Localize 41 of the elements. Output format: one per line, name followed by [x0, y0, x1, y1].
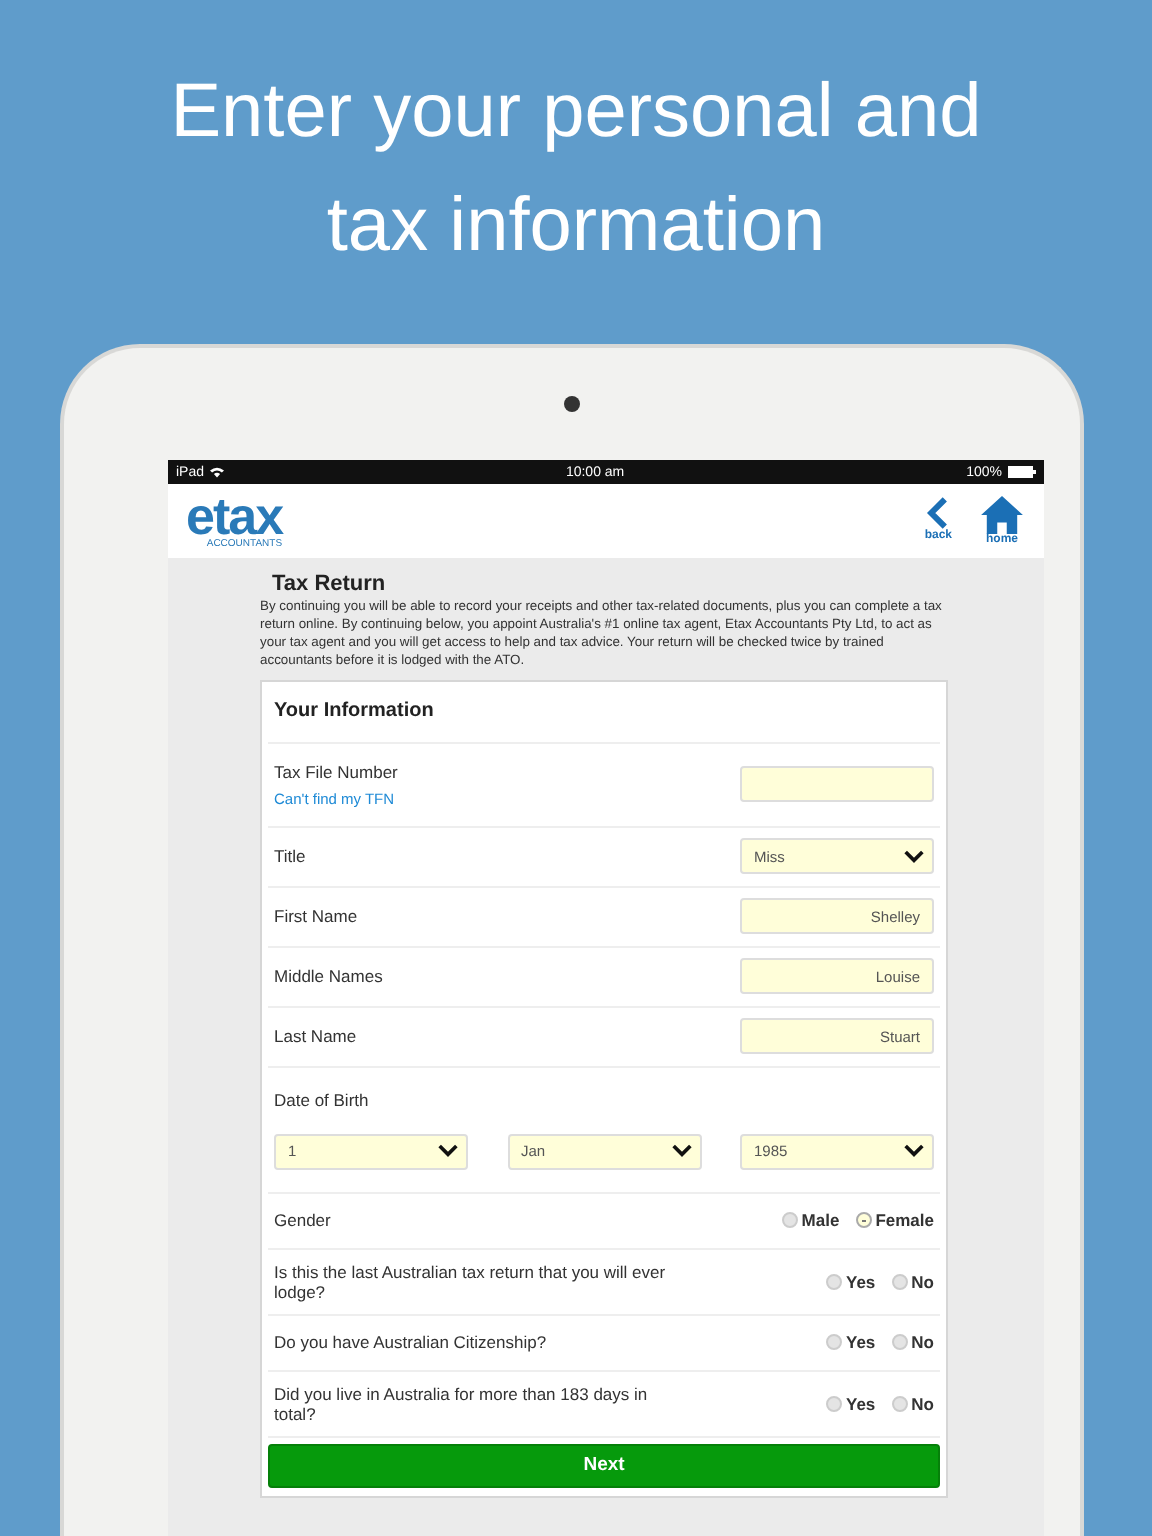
- next-button[interactable]: Next: [268, 1443, 940, 1488]
- field-label: Title: [274, 846, 306, 867]
- form-heading: Your Information: [268, 681, 940, 744]
- page-title: Tax Return: [272, 572, 388, 596]
- radio-button[interactable]: [826, 1334, 842, 1351]
- battery-icon: [1007, 466, 1036, 478]
- question-label: Gender: [274, 1210, 331, 1231]
- camera-icon: [564, 396, 580, 412]
- radio-button[interactable]: [781, 1212, 798, 1229]
- radio-button[interactable]: [826, 1395, 842, 1412]
- option-label: No: [911, 1393, 934, 1414]
- chevron-icon: [438, 1144, 458, 1159]
- option-label: Female: [875, 1210, 934, 1231]
- question-label: Is this the last Australian tax return that you will ever lodge?: [274, 1261, 668, 1302]
- input-field[interactable]: [740, 766, 934, 803]
- field-label: First Name: [274, 906, 358, 927]
- radio-button[interactable]: [891, 1273, 908, 1290]
- option-label: No: [911, 1332, 934, 1353]
- headline: Enter your personal and tax information: [168, 68, 984, 272]
- radio-button[interactable]: [891, 1334, 908, 1351]
- field-label: Date of Birth: [274, 1089, 371, 1110]
- option-label: No: [911, 1271, 934, 1292]
- option-label: Yes: [846, 1271, 876, 1292]
- wifi-icon: [210, 466, 225, 478]
- option-label: Male: [801, 1210, 840, 1231]
- chevron-icon: [904, 849, 924, 864]
- question-label: Did you live in Australia for more than 183 days in total?: [274, 1383, 650, 1424]
- back-icon: [926, 496, 951, 530]
- logo: etax: [186, 493, 283, 537]
- field-label: Tax File Number: [274, 761, 398, 782]
- chevron-icon: [671, 1144, 691, 1159]
- option-label: Yes: [846, 1332, 876, 1353]
- chevron-icon: [904, 1144, 924, 1159]
- radio-button[interactable]: [826, 1273, 842, 1290]
- home-icon: [980, 496, 1024, 534]
- radio-button[interactable]: [855, 1212, 872, 1229]
- option-label: Yes: [846, 1393, 876, 1414]
- radio-button[interactable]: [891, 1395, 908, 1412]
- question-label: Do you have Australian Citizenship?: [274, 1332, 547, 1353]
- field-label: Last Name: [274, 1026, 357, 1047]
- field-label: Middle Names: [274, 966, 383, 987]
